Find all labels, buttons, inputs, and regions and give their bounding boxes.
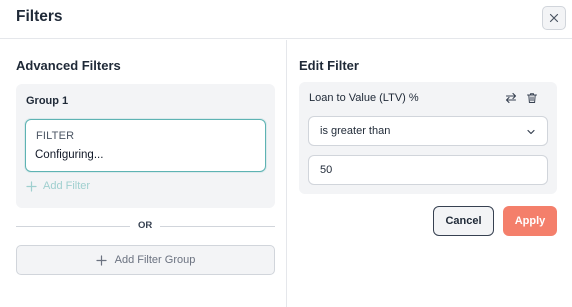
- swap-button[interactable]: [504, 91, 518, 105]
- close-button[interactable]: [542, 6, 566, 30]
- edit-filter-title: Edit Filter: [299, 58, 359, 73]
- panel-divider: [286, 40, 287, 307]
- operator-select[interactable]: is greater than: [308, 116, 548, 146]
- delete-button[interactable]: [525, 91, 539, 105]
- field-label: Loan to Value (LTV) %: [309, 92, 419, 104]
- advanced-filters-title: Advanced Filters: [16, 58, 121, 73]
- add-filter-group-label: Add Filter Group: [114, 254, 196, 266]
- filter-group: Group 1 FILTER Configuring... Add Filter: [16, 84, 275, 208]
- or-line-left: [16, 226, 130, 227]
- close-icon: [549, 13, 559, 23]
- modal-header: Filters: [0, 0, 572, 39]
- plus-icon: [96, 254, 107, 266]
- filter-card-label: FILTER: [36, 130, 75, 142]
- filter-card[interactable]: FILTER Configuring...: [25, 119, 266, 172]
- filter-card-status: Configuring...: [35, 149, 104, 161]
- add-filter-label: Add Filter: [43, 180, 91, 192]
- trash-icon: [527, 93, 537, 103]
- swap-icon: [505, 92, 517, 104]
- operator-value: is greater than: [320, 125, 391, 137]
- or-label: OR: [138, 220, 153, 231]
- edit-filter-panel: Loan to Value (LTV) % is greater than: [299, 82, 557, 194]
- value-input[interactable]: [308, 155, 548, 185]
- group-label: Group 1: [26, 95, 69, 107]
- add-filter-group-button[interactable]: Add Filter Group: [16, 245, 275, 275]
- add-filter-button[interactable]: Add Filter: [26, 180, 90, 192]
- plus-icon: [26, 180, 37, 192]
- cancel-button[interactable]: Cancel: [433, 206, 494, 236]
- or-line-right: [160, 226, 275, 227]
- or-separator: OR: [16, 219, 275, 233]
- chevron-down-icon: [527, 129, 535, 135]
- apply-button[interactable]: Apply: [503, 206, 557, 236]
- modal-title: Filters: [16, 8, 63, 25]
